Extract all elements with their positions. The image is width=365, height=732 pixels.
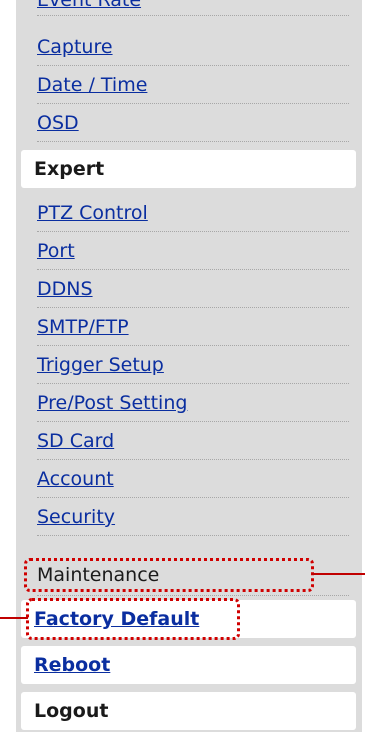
menu-link-security[interactable]: Security <box>37 498 349 536</box>
menu-link-ptz-control[interactable]: PTZ Control <box>37 194 349 232</box>
callout-line-maintenance <box>312 573 365 575</box>
reboot-button[interactable]: Reboot <box>21 646 356 684</box>
menu-link-port[interactable]: Port <box>37 232 349 270</box>
menu-link-date-time[interactable]: Date / Time <box>37 66 349 104</box>
menu-link-account[interactable]: Account <box>37 460 349 498</box>
section-header-expert: Expert <box>21 150 356 188</box>
callout-line-factory-default <box>0 617 28 619</box>
menu-link-trigger-setup[interactable]: Trigger Setup <box>37 346 349 384</box>
menu-link-ddns[interactable]: DDNS <box>37 270 349 308</box>
factory-default-button[interactable]: Factory Default <box>21 600 356 638</box>
menu-link-osd[interactable]: OSD <box>37 104 349 142</box>
menu-item-maintenance[interactable]: Maintenance <box>37 560 349 596</box>
logout-button[interactable]: Logout <box>21 692 356 730</box>
menu-link-capture[interactable]: Capture <box>37 28 349 66</box>
menu-link-sd-card[interactable]: SD Card <box>37 422 349 460</box>
menu-link-pre-post-setting[interactable]: Pre/Post Setting <box>37 384 349 422</box>
menu-link-event-rate[interactable]: Event Rate <box>37 0 349 16</box>
menu-link-smtp-ftp[interactable]: SMTP/FTP <box>37 308 349 346</box>
